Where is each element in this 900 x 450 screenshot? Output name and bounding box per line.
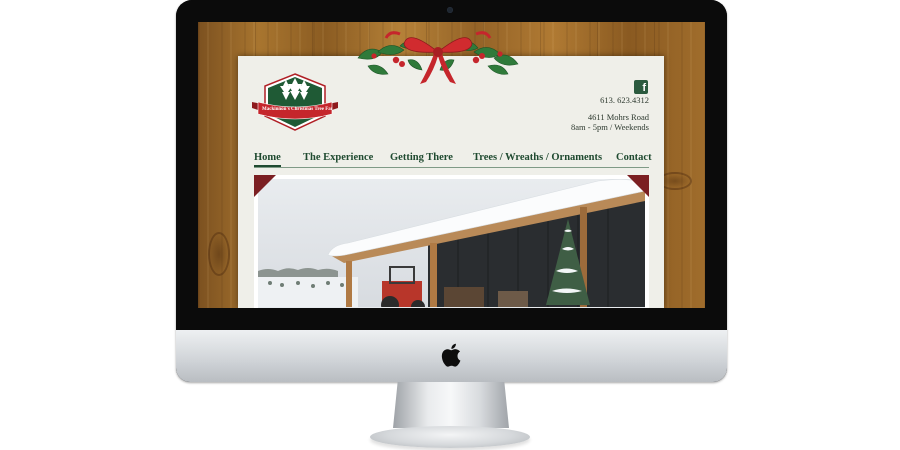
monitor-stand — [393, 382, 509, 428]
imac-monitor: Mackinnon's Christmas Tree Farm f 613. 6… — [176, 0, 727, 382]
camera-icon — [447, 7, 453, 13]
snowy-shed-photo — [258, 179, 645, 308]
nav-the-experience[interactable]: The Experience — [303, 151, 373, 165]
nav-contact[interactable]: Contact — [616, 151, 652, 165]
hero-photo — [254, 175, 649, 308]
phone-number: 613. 623.4312 — [600, 95, 649, 105]
browser-screen: Mackinnon's Christmas Tree Farm f 613. 6… — [198, 22, 705, 308]
facebook-icon[interactable]: f — [634, 80, 648, 94]
nav-home[interactable]: Home — [254, 151, 281, 167]
nav-trees-wreaths-ornaments[interactable]: Trees / Wreaths / Ornaments — [473, 151, 602, 165]
monitor-stand-base — [370, 426, 530, 448]
logo-text: Mackinnon's Christmas Tree Farm — [262, 107, 332, 112]
nav-getting-there[interactable]: Getting There — [390, 151, 453, 165]
apple-logo-icon — [441, 343, 461, 367]
main-navigation: Home The Experience Getting There Trees … — [254, 151, 652, 168]
opening-hours: 8am - 5pm / Weekends — [570, 122, 649, 132]
address: 4611 Mohrs Road — [587, 112, 649, 122]
holly-garland-icon — [357, 31, 519, 84]
farm-logo-icon — [252, 73, 338, 131]
wood-knot — [208, 232, 230, 276]
